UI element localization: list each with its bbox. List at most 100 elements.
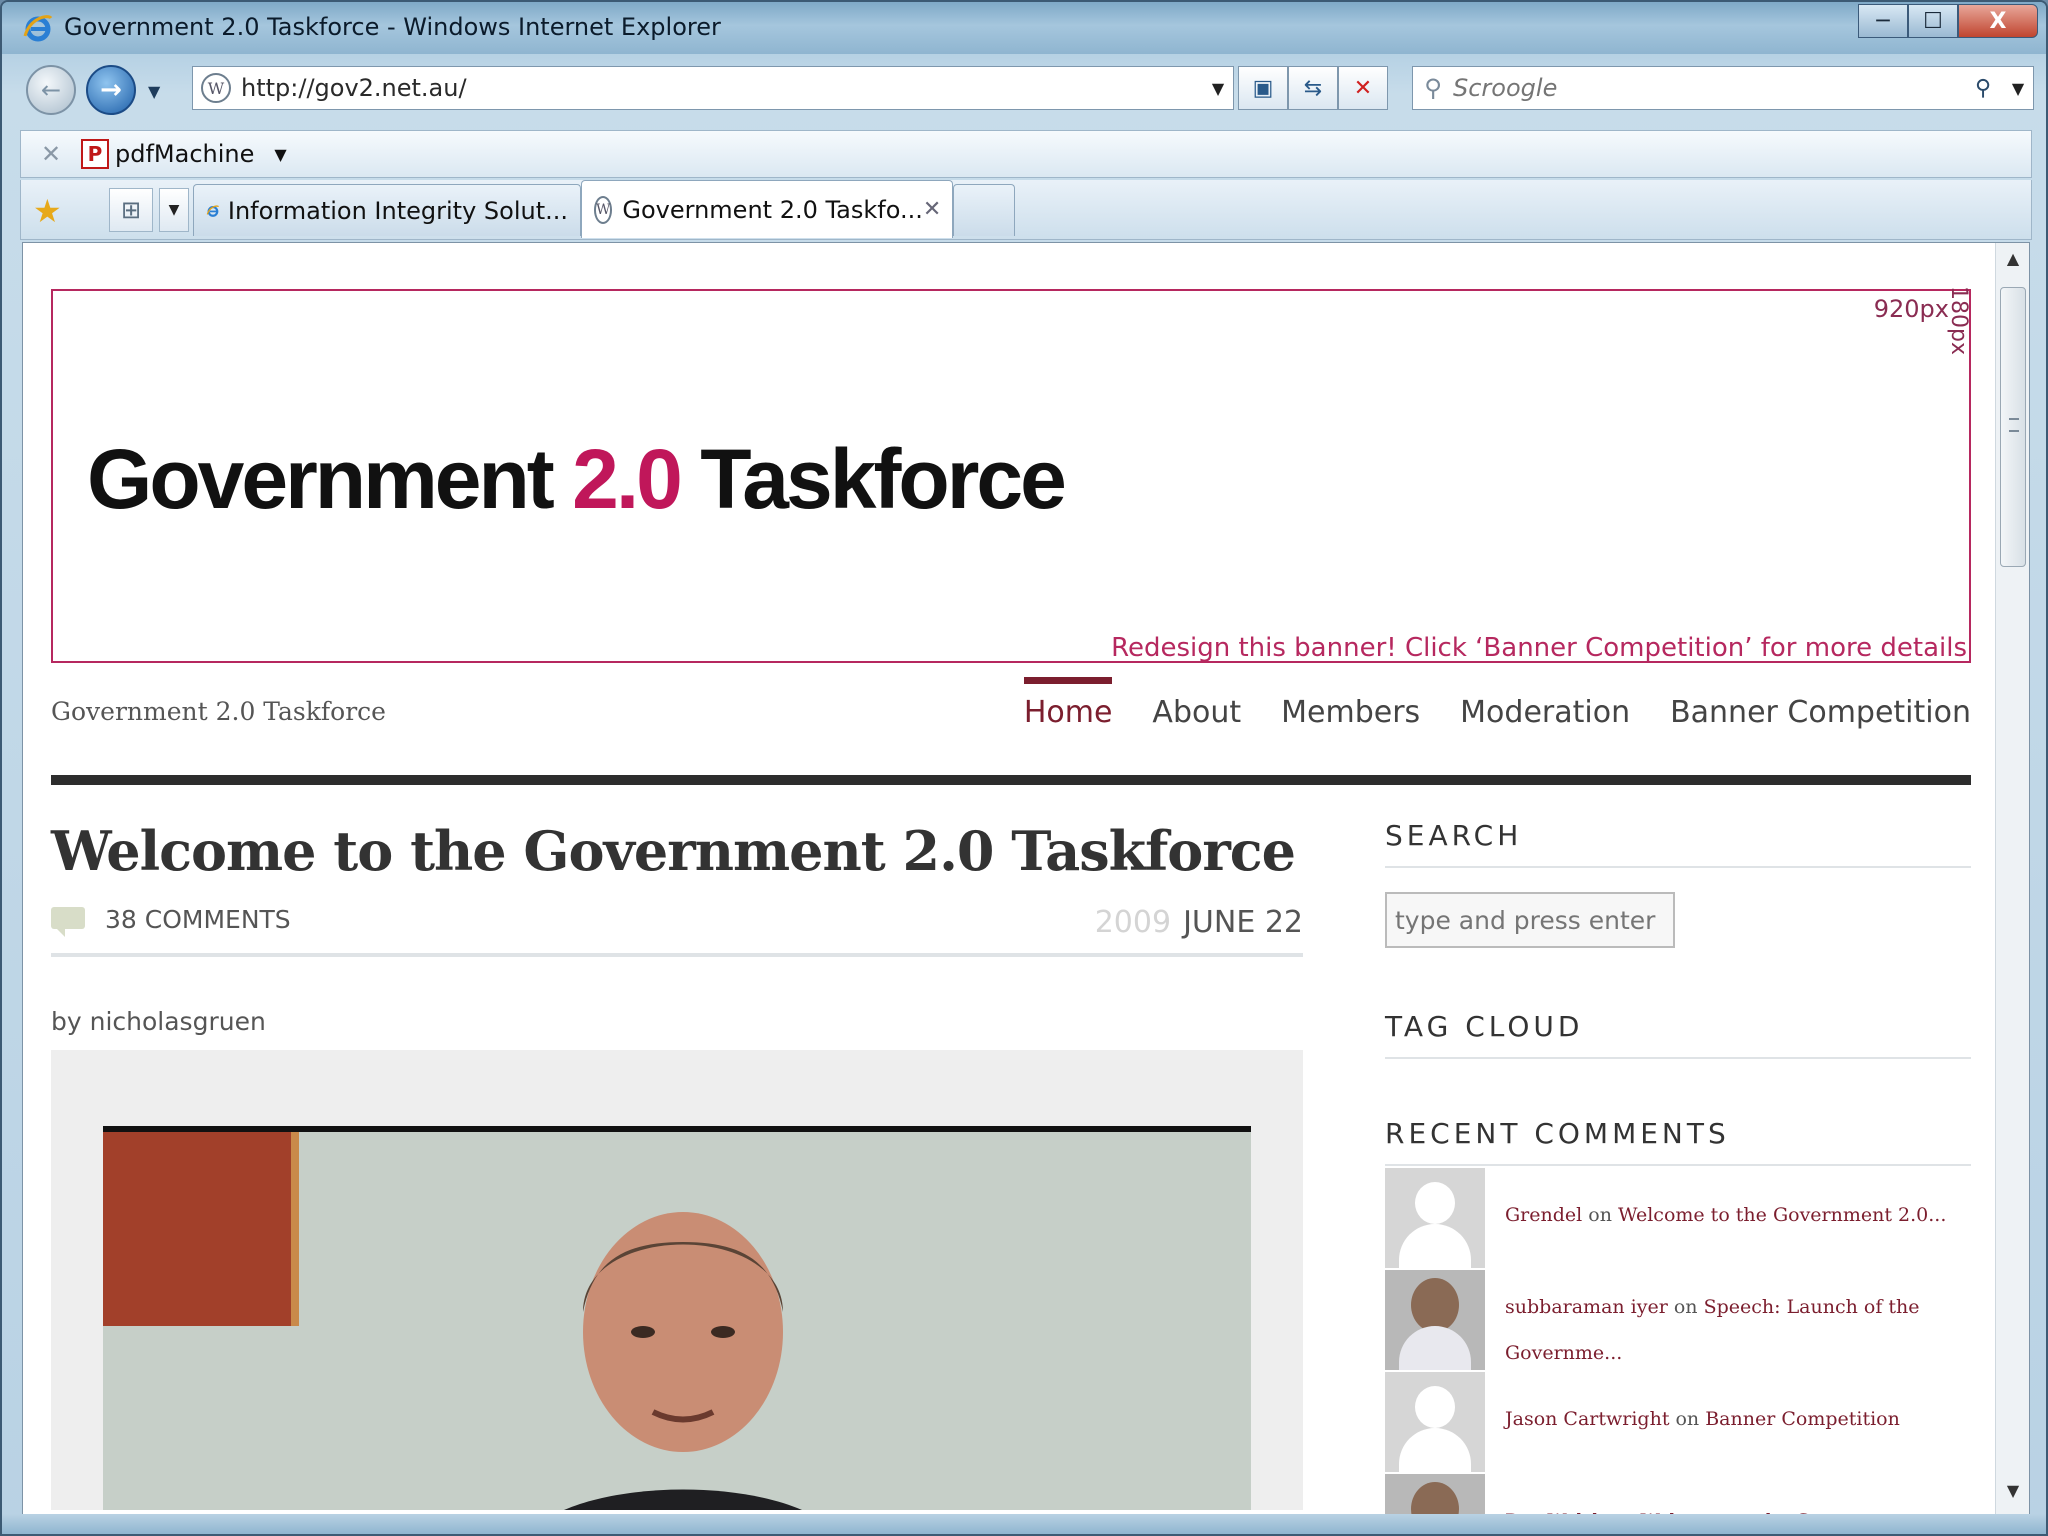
avatar <box>1385 1168 1485 1268</box>
address-bar[interactable]: W http://gov2.net.au/ ▼ <box>192 66 1234 110</box>
address-url[interactable]: http://gov2.net.au/ <box>241 74 1203 102</box>
comments-count-link[interactable]: 38 COMMENTS <box>105 905 291 934</box>
address-buttons: ▣ ⇆ ✕ <box>1238 66 1388 110</box>
banner-promo-text: Redesign this banner! Click ‘Banner Comp… <box>1111 633 1967 663</box>
favorites-star-icon[interactable]: ★ <box>33 192 62 230</box>
back-button[interactable]: ← <box>26 65 76 115</box>
tab-bar: ★ ⊞ ▼ Information Integrity Solut... W G… <box>20 180 2032 240</box>
menu-item-about[interactable]: About <box>1152 677 1241 730</box>
comment-bubble-icon <box>51 907 85 937</box>
post: Welcome to the Government 2.0 Taskforce … <box>51 819 1303 1510</box>
header-banner: 920px 180px Government 2.0 Taskforce Red… <box>51 286 1971 663</box>
main-menu: Home About Members Moderation Banner Com… <box>984 677 1971 730</box>
wordpress-icon: W <box>594 195 613 224</box>
address-dropdown-icon[interactable]: ▼ <box>1203 79 1233 98</box>
recent-comment-text: Des Walsh on Welcome to the Government <box>1505 1474 1914 1517</box>
video-embed[interactable] <box>51 1050 1303 1510</box>
forward-button[interactable]: → <box>86 65 136 115</box>
scroll-down-icon[interactable]: ▼ <box>1996 1481 2029 1511</box>
banner-width-label: 920px <box>1873 295 1949 323</box>
avatar <box>1385 1270 1485 1370</box>
search-widget-title: SEARCH <box>1385 819 1971 868</box>
avatar <box>1385 1474 1485 1517</box>
tab-list-dropdown-icon[interactable]: ▼ <box>159 188 189 232</box>
ie-icon <box>206 204 220 217</box>
header-divider <box>51 775 1971 785</box>
comment-author-link[interactable]: Jason Cartwright <box>1505 1408 1669 1430</box>
recent-comments-list: Grendel on Welcome to the Government 2.0… <box>1385 1168 1971 1517</box>
quick-tabs-icon[interactable]: ⊞ <box>109 188 153 232</box>
close-toolbar-icon[interactable]: ✕ <box>21 140 81 168</box>
refresh-icon[interactable]: ⇆ <box>1288 66 1338 110</box>
minimize-button[interactable]: ─ <box>1858 4 1908 38</box>
ie-icon <box>23 15 53 42</box>
window-controls: ─ ☐ X <box>1858 4 2038 38</box>
menu-item-members[interactable]: Members <box>1281 677 1420 730</box>
post-title[interactable]: Welcome to the Government 2.0 Taskforce <box>51 819 1303 883</box>
tab-label: Government 2.0 Taskfo... <box>622 195 923 224</box>
vertical-scrollbar[interactable]: ▲ ▼ <box>1995 243 2029 1517</box>
menu-item-banner-competition[interactable]: Banner Competition <box>1670 677 1971 730</box>
tab-information-integrity[interactable]: Information Integrity Solut... <box>193 184 581 236</box>
pdfmachine-button[interactable]: pdfMachine <box>115 140 254 168</box>
list-item: subbaraman iyer on Speech: Launch of the… <box>1385 1270 1971 1372</box>
avatar <box>1385 1372 1485 1472</box>
recent-comments-title: RECENT COMMENTS <box>1385 1117 1971 1166</box>
pdfmachine-toolbar: ✕ P pdfMachine ▼ <box>20 130 2032 178</box>
logo-text-end: Taskforce <box>679 432 1067 526</box>
post-year: 2009 <box>1094 905 1172 940</box>
comment-post-link[interactable]: Welcome to the Government 2.0... <box>1618 1204 1946 1226</box>
logo-text-accent: 2.0 <box>572 432 683 526</box>
page-viewport: ▲ ▼ 920px 180px Government 2.0 Taskforce… <box>22 242 2030 1518</box>
post-date: 2009 JUNE 22 <box>1095 905 1303 940</box>
window-title: Government 2.0 Taskforce - Windows Inter… <box>64 13 721 41</box>
video-background-art <box>103 1132 299 1326</box>
scroll-thumb[interactable] <box>2000 287 2026 567</box>
window-bottom-edge <box>2 1514 2046 1534</box>
comment-on: on <box>1667 1296 1704 1318</box>
comment-author-link[interactable]: subbaraman iyer <box>1505 1296 1668 1318</box>
pdfmachine-dropdown-icon[interactable]: ▼ <box>274 145 286 164</box>
pdf-icon: P <box>81 139 109 169</box>
compatibility-icon[interactable]: ▣ <box>1238 66 1288 110</box>
tag-cloud-title: TAG CLOUD <box>1385 1010 1971 1059</box>
sidebar-search-input[interactable] <box>1385 892 1675 948</box>
close-button[interactable]: X <box>1958 4 2038 38</box>
menu-item-home[interactable]: Home <box>1023 677 1112 730</box>
list-item: Grendel on Welcome to the Government 2.0… <box>1385 1168 1971 1270</box>
post-author: by nicholasgruen <box>51 1007 266 1036</box>
site-logo[interactable]: Government 2.0 Taskforce <box>87 431 1067 528</box>
browser-window: Government 2.0 Taskforce - Windows Inter… <box>0 0 2048 1536</box>
recent-pages-dropdown-icon[interactable]: ▼ <box>148 82 160 101</box>
search-icon: ⚲ <box>1424 74 1442 102</box>
search-dropdown-icon[interactable]: ▼ <box>2003 79 2033 98</box>
tab-label: Information Integrity Solut... <box>227 196 568 225</box>
title-bar: Government 2.0 Taskforce - Windows Inter… <box>2 2 2046 54</box>
recent-comment-text: subbaraman iyer on Speech: Launch of the… <box>1505 1270 1965 1376</box>
site-name[interactable]: Government 2.0 Taskforce <box>51 697 386 726</box>
scroll-up-icon[interactable]: ▲ <box>1996 249 2029 279</box>
search-box[interactable]: ⚲ ⚲ ▼ <box>1412 66 2034 110</box>
list-item: Jason Cartwright on Banner Competition <box>1385 1372 1971 1474</box>
post-meta: 38 COMMENTS 2009 JUNE 22 <box>51 905 1303 957</box>
comment-on: on <box>1582 1204 1618 1226</box>
search-go-icon[interactable]: ⚲ <box>1963 76 2003 101</box>
comment-post-link[interactable]: Banner Competition <box>1705 1408 1900 1430</box>
grip-icon <box>2009 418 2019 432</box>
comment-author-link[interactable]: Grendel <box>1505 1204 1582 1226</box>
search-input[interactable] <box>1453 74 1963 102</box>
sidebar: SEARCH TAG CLOUD RECENT COMMENTS Grendel… <box>1385 819 1971 1517</box>
comment-on: on <box>1669 1408 1706 1430</box>
list-item: Des Walsh on Welcome to the Government <box>1385 1474 1971 1517</box>
site-navigation: Government 2.0 Taskforce Home About Memb… <box>51 677 1971 749</box>
menu-item-moderation[interactable]: Moderation <box>1460 677 1630 730</box>
speaker-image <box>564 1212 802 1510</box>
maximize-button[interactable]: ☐ <box>1908 4 1958 38</box>
stop-icon[interactable]: ✕ <box>1338 66 1388 110</box>
video-frame[interactable] <box>103 1126 1251 1510</box>
navigation-bar: ← → ▼ W http://gov2.net.au/ ▼ ▣ ⇆ ✕ ⚲ ⚲ … <box>2 54 2046 128</box>
tab-government-taskforce[interactable]: W Government 2.0 Taskfo... ✕ <box>581 180 953 238</box>
recent-comment-text: Jason Cartwright on Banner Competition <box>1505 1372 1900 1442</box>
new-tab-button[interactable] <box>953 184 1015 236</box>
close-tab-icon[interactable]: ✕ <box>923 197 941 222</box>
